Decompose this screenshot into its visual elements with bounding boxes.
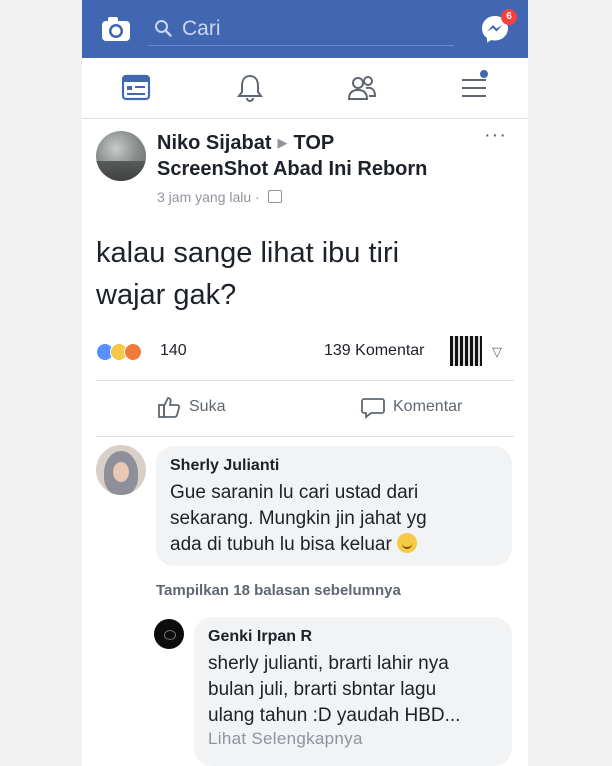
search-underline <box>148 45 454 46</box>
search-icon <box>155 20 172 37</box>
comment-icon <box>361 398 385 419</box>
phone-screen: Cari 6 Niko Sijabat ▶ TOP ScreenShot Aba… <box>82 0 528 766</box>
reply-bubble: Genki Irpan R sherly julianti, brarti la… <box>194 617 512 766</box>
see-more-link[interactable]: Lihat Selengkapnya <box>208 729 363 749</box>
replier-avatar[interactable] <box>154 619 184 649</box>
friends-icon[interactable] <box>346 72 378 104</box>
reactions-summary[interactable]: 140 <box>96 340 196 362</box>
news-feed-icon[interactable] <box>120 72 152 104</box>
more-options-icon[interactable]: ··· <box>484 124 507 147</box>
post-author-line: Niko Sijabat ▶ TOP ScreenShot Abad Ini Reb… <box>157 130 447 182</box>
post-text: kalau sange lihat ibu tiri wajar gak? <box>96 232 506 316</box>
comment-line: sekarang. Mungkin jin jahat yg <box>170 508 427 529</box>
replier-name[interactable]: Genki Irpan R <box>208 628 312 646</box>
author-avatar[interactable] <box>96 131 146 181</box>
thumbs-up-icon <box>158 397 181 418</box>
avatar-face <box>113 462 129 482</box>
post-meta: 3 jam yang lalu · <box>157 189 282 205</box>
comment-line-wrap: ada di tubuh lu bisa keluar <box>170 532 500 558</box>
comment-line: Gue saranin lu cari ustad dari <box>170 482 419 503</box>
viewer-avatar[interactable] <box>450 336 482 366</box>
comment-label: Komentar <box>393 398 463 415</box>
bell-icon[interactable] <box>234 72 266 104</box>
reply-text: sherly julianti, brarti lahir nya bulan … <box>208 651 508 729</box>
reply-line: ulang tahun :D yaudah HBD... <box>208 705 461 726</box>
reply-line: bulan juli, brarti sbntar lagu <box>208 679 437 700</box>
arrow-icon: ▶ <box>277 135 288 150</box>
comment-line: ada di tubuh lu bisa keluar <box>170 534 392 555</box>
author-name[interactable]: Niko Sijabat <box>157 132 271 154</box>
post-time[interactable]: 3 jam yang lalu <box>157 189 251 205</box>
messenger-badge: 6 <box>501 9 517 25</box>
camera-icon[interactable] <box>100 13 132 45</box>
menu-notification-dot <box>480 70 488 78</box>
reaction-count: 140 <box>160 342 187 359</box>
nav-bar <box>82 58 528 119</box>
search-placeholder: Cari <box>182 17 221 40</box>
post-text-line: kalau sange lihat ibu tiri <box>96 237 400 269</box>
chevron-down-icon[interactable]: ▽ <box>492 344 502 360</box>
like-label: Suka <box>189 398 226 415</box>
commenter-avatar[interactable] <box>96 445 146 495</box>
smile-emoji-icon <box>397 533 418 553</box>
divider <box>96 380 514 381</box>
top-bar: Cari 6 <box>82 0 528 58</box>
audience-icon <box>267 190 282 203</box>
comment-bubble: Sherly Julianti Gue saranin lu cari usta… <box>156 446 512 566</box>
comment-count[interactable]: 139 Komentar <box>324 342 425 360</box>
angry-reaction-icon <box>124 343 142 361</box>
reply-line: sherly julianti, brarti lahir nya <box>208 653 449 674</box>
post-text-line: wajar gak? <box>96 279 237 311</box>
search-field[interactable]: Cari <box>148 10 454 46</box>
comment-text: Gue saranin lu cari ustad dari sekarang.… <box>170 480 500 558</box>
commenter-name[interactable]: Sherly Julianti <box>170 457 279 475</box>
divider <box>96 436 514 437</box>
previous-replies-link[interactable]: Tampilkan 18 balasan sebelumnya <box>156 582 401 599</box>
